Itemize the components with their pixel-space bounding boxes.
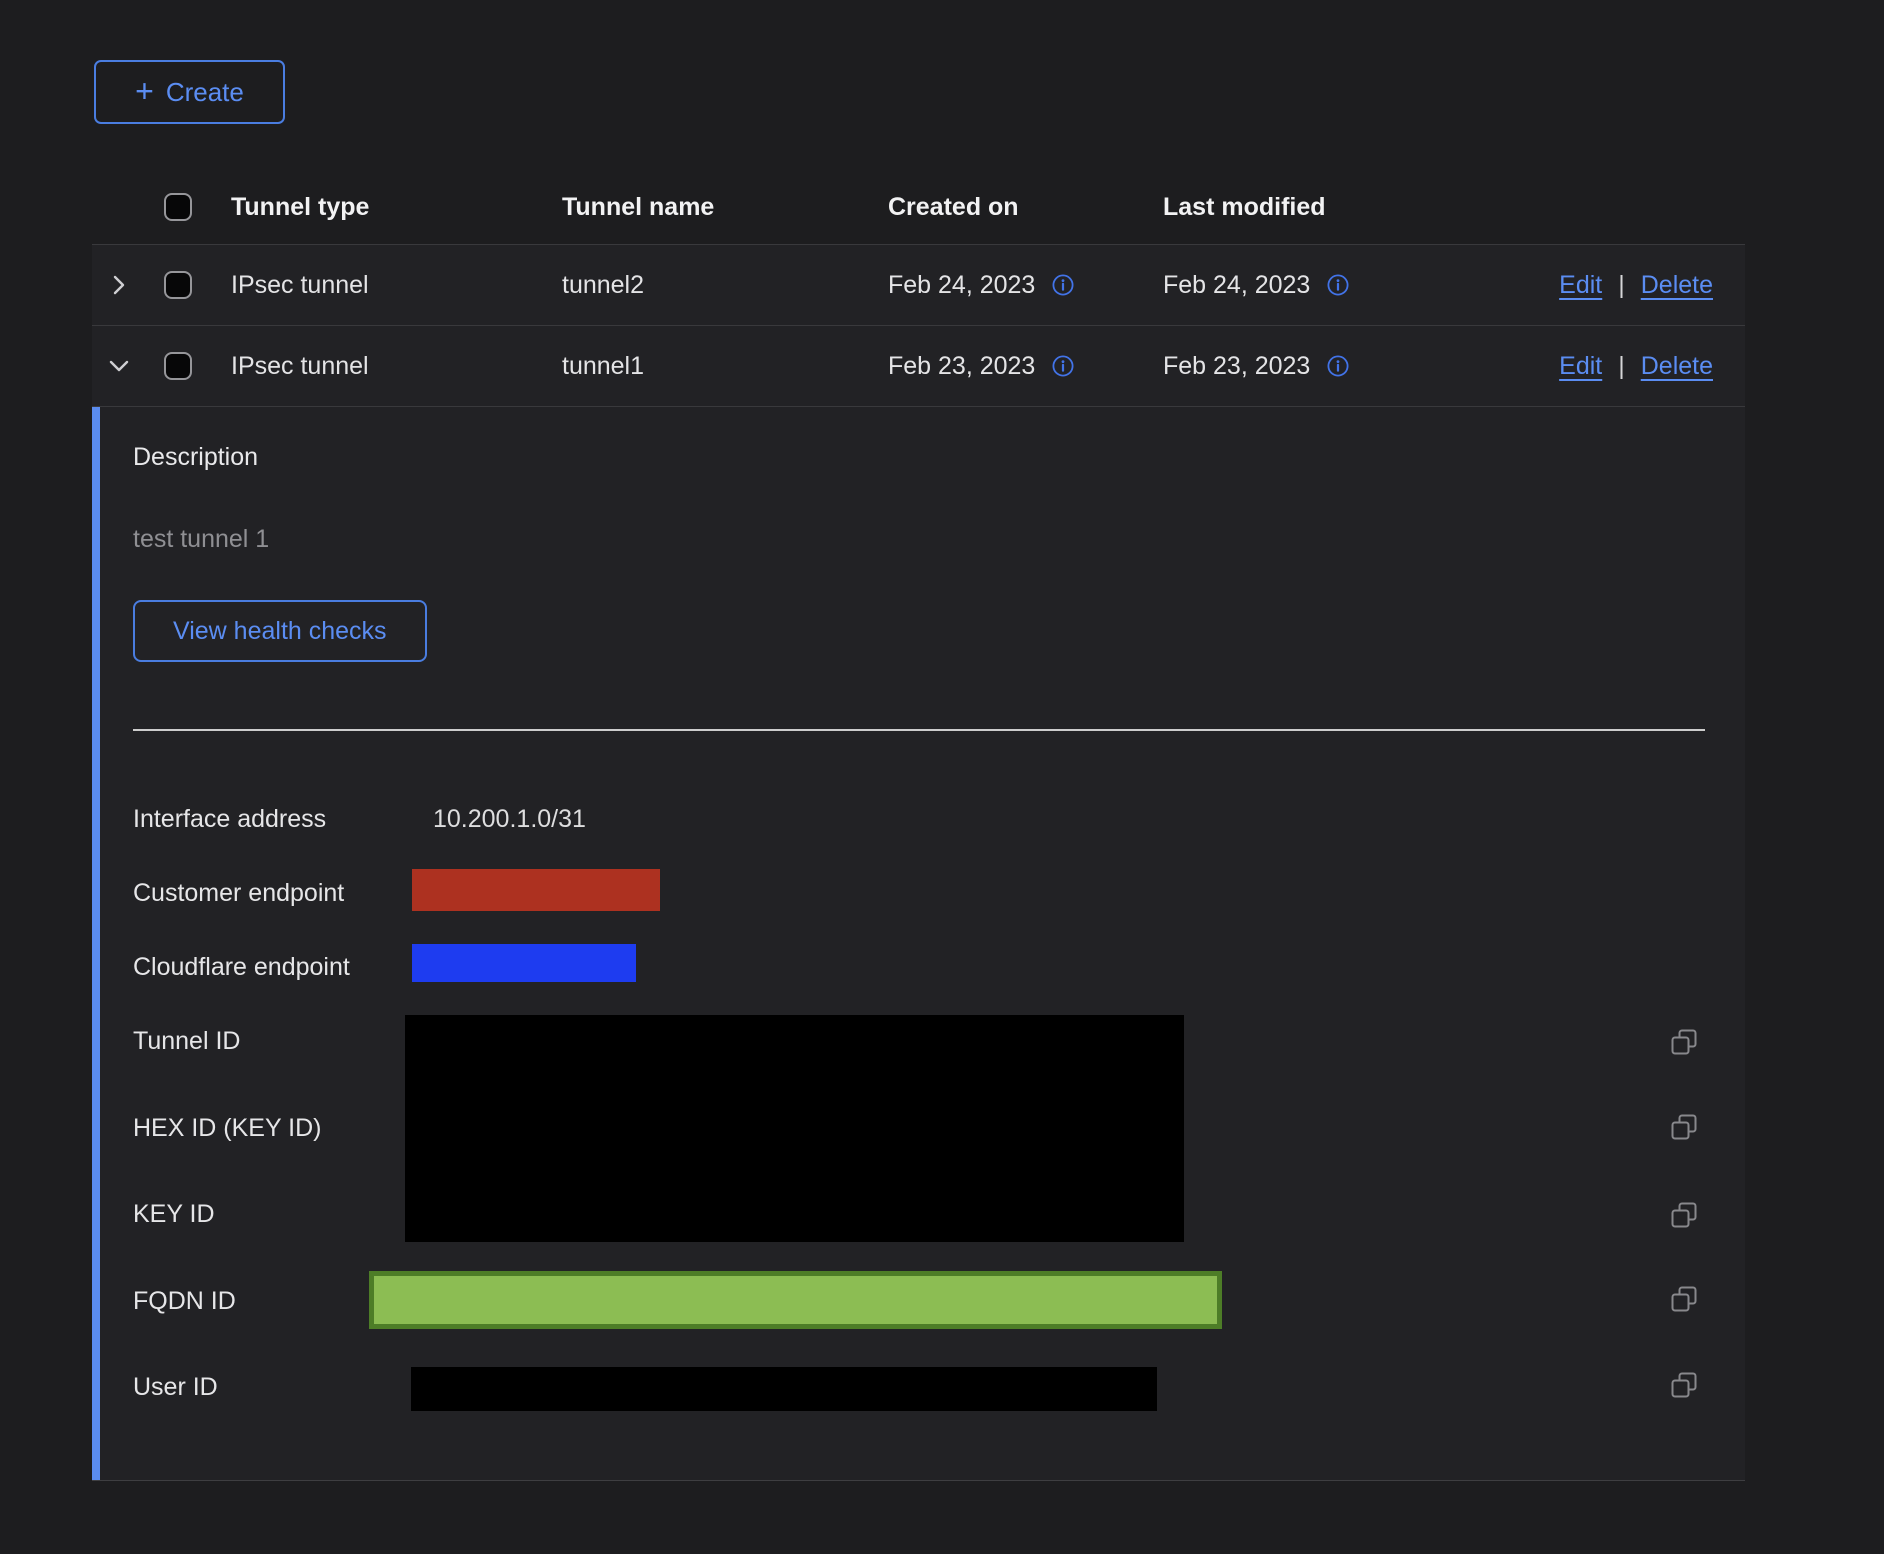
edit-link-tunnel2[interactable]: Edit [1559, 271, 1602, 300]
fqdn-id-label: FQDN ID [133, 1287, 236, 1316]
tunnel-id-redaction [405, 1015, 1184, 1242]
row-checkbox-tunnel1[interactable] [164, 352, 192, 380]
link-separator: | [1618, 352, 1625, 381]
last-modified-info-icon[interactable] [1326, 354, 1350, 378]
key-id-label: KEY ID [133, 1200, 215, 1229]
tunnel-name-cell: tunnel2 [562, 271, 888, 300]
user-id-copy-icon[interactable] [1670, 1371, 1698, 1399]
table-row-tunnel1: IPsec tunnel tunnel1 Feb 23, 2023 Feb 23… [92, 326, 1745, 407]
last-modified-cell: Feb 24, 2023 [1163, 271, 1310, 300]
customer-endpoint-label: Customer endpoint [133, 879, 344, 908]
created-on-cell: Feb 24, 2023 [888, 271, 1035, 300]
tunnel-type-cell: IPsec tunnel [231, 271, 562, 300]
ipsec-tunnels-page: + Create Tunnel type Tunnel name Created… [0, 0, 1884, 1554]
interface-address-value: 10.200.1.0/31 [433, 805, 586, 834]
fqdn-id-copy-icon[interactable] [1670, 1285, 1698, 1313]
expand-row-chevron-right-icon[interactable] [106, 272, 132, 298]
collapse-row-chevron-down-icon[interactable] [106, 353, 132, 379]
view-health-checks-button[interactable]: View health checks [133, 600, 427, 662]
last-modified-cell: Feb 23, 2023 [1163, 352, 1310, 381]
created-on-info-icon[interactable] [1051, 273, 1075, 297]
hex-id-copy-icon[interactable] [1670, 1113, 1698, 1141]
cloudflare-endpoint-label: Cloudflare endpoint [133, 953, 350, 982]
tunnel-id-label: Tunnel ID [133, 1027, 240, 1056]
created-on-info-icon[interactable] [1051, 354, 1075, 378]
column-header-created-on: Created on [888, 193, 1163, 222]
table-header-row: Tunnel type Tunnel name Created on Last … [92, 170, 1745, 245]
tunnels-table: Tunnel type Tunnel name Created on Last … [92, 170, 1745, 1481]
detail-divider [133, 729, 1705, 731]
tunnel-id-copy-icon[interactable] [1670, 1028, 1698, 1056]
cloudflare-endpoint-redaction [412, 944, 636, 982]
created-on-cell: Feb 23, 2023 [888, 352, 1035, 381]
tunnel-name-cell: tunnel1 [562, 352, 888, 381]
create-button-label: Create [166, 77, 244, 108]
create-button[interactable]: + Create [94, 60, 285, 124]
last-modified-info-icon[interactable] [1326, 273, 1350, 297]
column-header-tunnel-type: Tunnel type [231, 193, 562, 222]
tunnel1-detail-panel: Description test tunnel 1 View health ch… [92, 407, 1745, 1481]
table-row-tunnel2: IPsec tunnel tunnel2 Feb 24, 2023 Feb 24… [92, 245, 1745, 326]
expanded-row-accent-bar [92, 407, 100, 1480]
tunnel-type-cell: IPsec tunnel [231, 352, 562, 381]
description-value: test tunnel 1 [133, 525, 269, 554]
column-header-tunnel-name: Tunnel name [562, 193, 888, 222]
plus-icon: + [135, 75, 154, 107]
interface-address-label: Interface address [133, 805, 326, 834]
delete-link-tunnel2[interactable]: Delete [1641, 271, 1713, 300]
hex-id-label: HEX ID (KEY ID) [133, 1114, 321, 1143]
link-separator: | [1618, 271, 1625, 300]
key-id-copy-icon[interactable] [1670, 1201, 1698, 1229]
user-id-label: User ID [133, 1373, 218, 1402]
column-header-last-modified: Last modified [1163, 193, 1540, 222]
customer-endpoint-redaction [412, 869, 660, 911]
row-checkbox-tunnel2[interactable] [164, 271, 192, 299]
fqdn-id-redaction [369, 1271, 1222, 1329]
user-id-redaction [411, 1367, 1157, 1411]
select-all-checkbox[interactable] [164, 193, 192, 221]
delete-link-tunnel1[interactable]: Delete [1641, 352, 1713, 381]
edit-link-tunnel1[interactable]: Edit [1559, 352, 1602, 381]
description-label: Description [133, 443, 258, 472]
